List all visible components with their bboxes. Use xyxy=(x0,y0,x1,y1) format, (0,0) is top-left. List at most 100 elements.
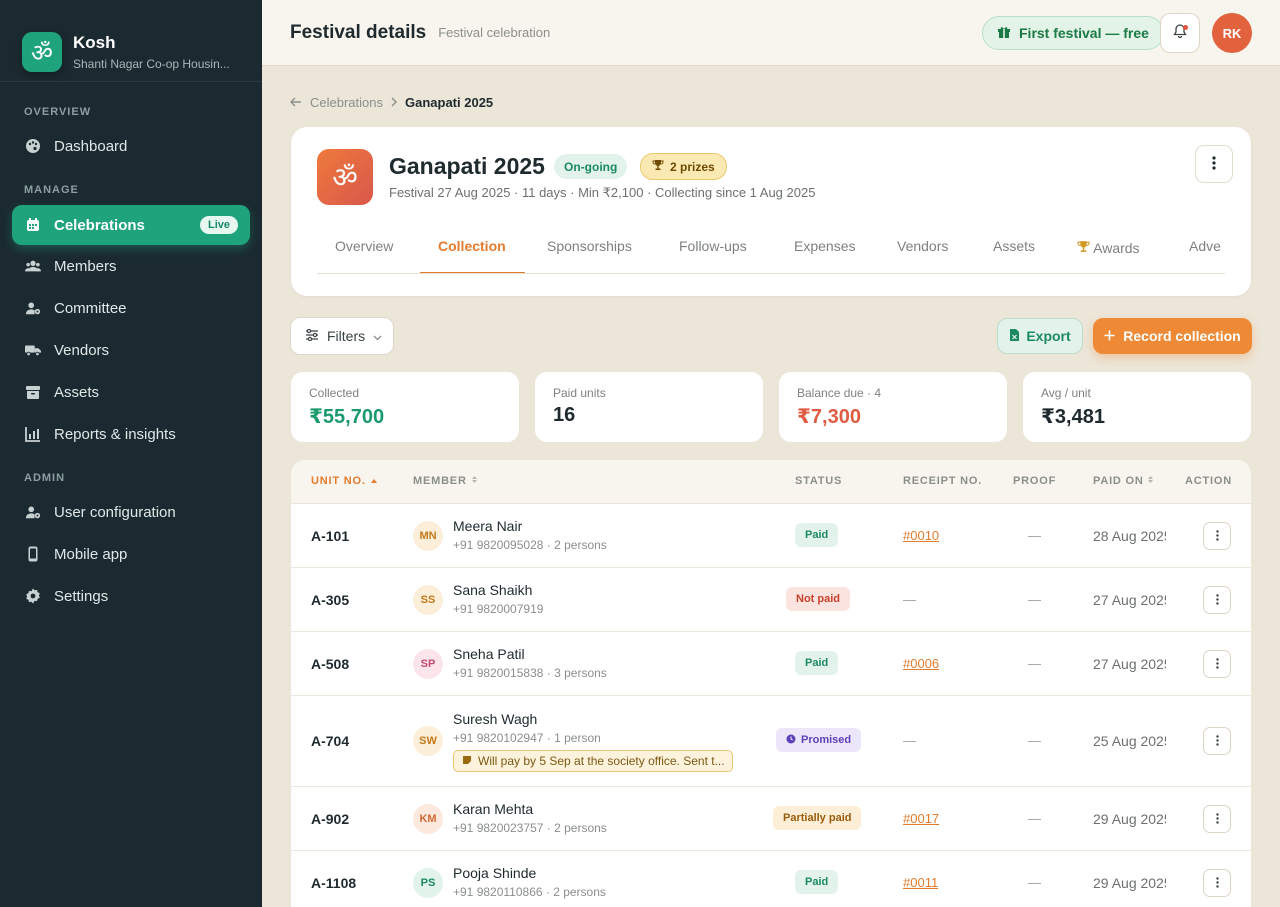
table-row[interactable]: A-902 KM Karan Mehta +91 9820023757 · 2 … xyxy=(291,787,1251,851)
receipt-link[interactable]: #0017 xyxy=(903,811,939,826)
notifications-button[interactable] xyxy=(1160,13,1200,53)
row-actions-button[interactable] xyxy=(1203,805,1231,833)
tab-overview[interactable]: Overview xyxy=(335,238,393,254)
om-logo-icon: ॐ xyxy=(22,32,62,72)
tab-expenses[interactable]: Expenses xyxy=(794,238,855,254)
unit-no: A-1108 xyxy=(311,875,357,891)
kebab-icon xyxy=(1215,811,1219,827)
column-receipt-no: RECEIPT NO. xyxy=(903,475,983,487)
sidebar-item-dashboard[interactable]: Dashboard xyxy=(12,126,250,166)
festival-tabs: Overview Collection Sponsorships Follow-… xyxy=(317,227,1225,274)
topbar: Festival details Festival celebration Fi… xyxy=(262,0,1280,66)
row-actions-button[interactable] xyxy=(1203,522,1231,550)
table-row[interactable]: A-508 SP Sneha Patil +91 9820015838 · 3 … xyxy=(291,632,1251,696)
stat-value: ₹7,300 xyxy=(797,406,861,428)
sidebar-item-reports[interactable]: Reports & insights xyxy=(12,414,250,454)
paid-on-date: 29 Aug 2025 xyxy=(1093,811,1166,827)
kebab-icon xyxy=(1215,656,1219,672)
breadcrumb-parent[interactable]: Celebrations xyxy=(310,95,383,110)
sidebar-item-label: Settings xyxy=(54,587,109,605)
first-festival-free-pill[interactable]: First festival — free xyxy=(982,16,1164,50)
stat-value: 16 xyxy=(553,404,576,426)
receipt-link[interactable]: #0006 xyxy=(903,656,939,671)
member-name[interactable]: Suresh Wagh xyxy=(453,711,537,727)
sidebar-item-members[interactable]: Members xyxy=(12,246,250,286)
tab-advances[interactable]: Adve xyxy=(1189,238,1221,254)
row-actions-button[interactable] xyxy=(1203,727,1231,755)
sidebar-item-vendors[interactable]: Vendors xyxy=(12,330,250,370)
section-label-overview: OVERVIEW xyxy=(24,106,92,118)
proof-value: — xyxy=(1028,656,1041,671)
table-row[interactable]: A-305 SS Sana Shaikh +91 9820007919 Not … xyxy=(291,568,1251,632)
promise-note[interactable]: Will pay by 5 Sep at the society office.… xyxy=(453,750,733,772)
tab-awards[interactable]: Awards xyxy=(1077,240,1140,256)
member-name[interactable]: Sana Shaikh xyxy=(453,582,532,598)
filters-button[interactable]: Filters xyxy=(290,317,394,355)
filters-label: Filters xyxy=(327,328,366,344)
users-icon xyxy=(25,258,41,274)
back-arrow-icon[interactable] xyxy=(290,95,302,110)
record-collection-button[interactable]: Record collection xyxy=(1093,318,1252,354)
active-tab-indicator xyxy=(420,272,525,273)
status-badge: Paid xyxy=(795,870,839,894)
sidebar-item-celebrations[interactable]: Celebrations Live xyxy=(12,205,250,245)
column-unit-no[interactable]: UNIT NO. xyxy=(311,475,378,487)
proof-value: — xyxy=(1028,811,1041,826)
tab-sponsorships[interactable]: Sponsorships xyxy=(547,238,632,254)
brand-name: Kosh xyxy=(73,33,116,52)
row-actions-button[interactable] xyxy=(1203,650,1231,678)
member-contact: +91 9820023757 · 2 persons xyxy=(453,821,607,835)
sidebar-item-user-configuration[interactable]: User configuration xyxy=(12,492,250,532)
stat-label: Collected xyxy=(309,386,360,400)
plus-icon xyxy=(1104,328,1115,344)
brand[interactable]: ॐ Kosh Shanti Nagar Co-op Housin... xyxy=(0,0,262,82)
member-name[interactable]: Meera Nair xyxy=(453,518,522,534)
sliders-icon xyxy=(305,328,319,344)
tab-vendors[interactable]: Vendors xyxy=(897,238,948,254)
member-avatar: SS xyxy=(413,585,443,615)
unit-no: A-902 xyxy=(311,811,350,827)
stat-avg-per-unit: Avg / unit ₹3,481 xyxy=(1023,372,1251,442)
user-avatar[interactable]: RK xyxy=(1212,13,1252,53)
festival-card: ॐ Ganapati 2025 On-going 2 prizes Festiv… xyxy=(291,127,1251,296)
table-row[interactable]: A-704 SW Suresh Wagh +91 9820102947 · 1 … xyxy=(291,696,1251,787)
sidebar-item-label: Committee xyxy=(54,299,127,317)
member-name[interactable]: Pooja Shinde xyxy=(453,865,536,881)
row-actions-button[interactable] xyxy=(1203,586,1231,614)
export-button[interactable]: Export xyxy=(997,318,1083,354)
proof-value: — xyxy=(1028,528,1041,543)
row-actions-button[interactable] xyxy=(1203,869,1231,897)
sidebar-item-mobile-app[interactable]: Mobile app xyxy=(12,534,250,574)
column-status: STATUS xyxy=(795,475,843,487)
clock-icon xyxy=(786,734,796,747)
sidebar-item-committee[interactable]: Committee xyxy=(12,288,250,328)
record-label: Record collection xyxy=(1123,328,1241,344)
tab-follow-ups[interactable]: Follow-ups xyxy=(679,238,747,254)
more-options-button[interactable] xyxy=(1195,145,1233,183)
member-contact: +91 9820007919 xyxy=(453,602,544,616)
member-name[interactable]: Karan Mehta xyxy=(453,801,533,817)
tab-collection[interactable]: Collection xyxy=(438,238,506,254)
table-row[interactable]: A-1108 PS Pooja Shinde +91 9820110866 · … xyxy=(291,851,1251,907)
receipt-link[interactable]: #0011 xyxy=(903,875,938,890)
stat-label: Avg / unit xyxy=(1041,386,1091,400)
sidebar-item-label: Assets xyxy=(54,383,100,401)
column-paid-on[interactable]: PAID ON xyxy=(1093,475,1154,487)
table-row[interactable]: A-101 MN Meera Nair +91 9820095028 · 2 p… xyxy=(291,504,1251,568)
prizes-badge[interactable]: 2 prizes xyxy=(640,153,727,180)
live-badge: Live xyxy=(199,216,238,234)
sort-icon xyxy=(471,475,478,487)
sidebar-item-assets[interactable]: Assets xyxy=(12,372,250,412)
sidebar-item-label: Celebrations xyxy=(54,216,145,234)
tab-label: Awards xyxy=(1093,240,1140,256)
tab-assets[interactable]: Assets xyxy=(993,238,1035,254)
sidebar-item-settings[interactable]: Settings xyxy=(12,576,250,616)
user-cog-icon xyxy=(25,504,41,520)
stat-paid-units: Paid units 16 xyxy=(535,372,763,442)
status-badge: Promised xyxy=(776,728,862,752)
receipt-link[interactable]: #0010 xyxy=(903,528,939,543)
paid-on-date: 28 Aug 2025 xyxy=(1093,528,1166,544)
column-member[interactable]: MEMBER xyxy=(413,475,478,487)
member-name[interactable]: Sneha Patil xyxy=(453,646,525,662)
member-avatar: KM xyxy=(413,804,443,834)
